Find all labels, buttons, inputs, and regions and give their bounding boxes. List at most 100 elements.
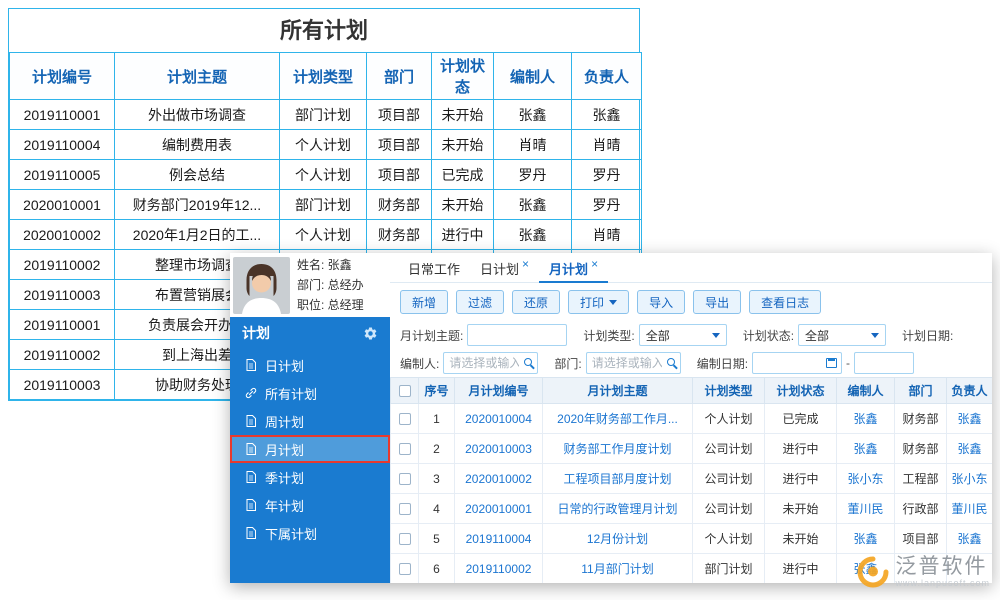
table-cell: 罗丹	[494, 160, 572, 190]
sidebar-item-1[interactable]: 所有计划	[230, 379, 390, 407]
sidebar-item-4[interactable]: 季计划	[230, 463, 390, 491]
table-cell: 编制费用表	[115, 130, 280, 160]
cell-link[interactable]: 日常的行政管理月计划	[543, 494, 693, 524]
row-checkbox[interactable]	[399, 413, 411, 425]
button-label: 打印	[580, 294, 604, 311]
button-label: 新增	[412, 294, 436, 311]
chevron-down-icon	[712, 333, 720, 338]
sidebar: 姓名: 张鑫 部门: 总经办 职位: 总经理 计划 日计划所有计划周计划月计划季…	[230, 253, 390, 583]
close-icon[interactable]: ×	[522, 259, 529, 269]
table-cell: 进行中	[765, 464, 837, 494]
cell-link[interactable]: 12月份计划	[543, 524, 693, 554]
sidebar-item-label: 月计划	[265, 440, 304, 459]
column-header: 部门	[367, 53, 432, 100]
avatar	[233, 257, 290, 314]
search-icon[interactable]	[667, 358, 675, 366]
table-cell: 公司计划	[693, 464, 765, 494]
select-all-checkbox[interactable]	[399, 385, 411, 397]
cell-link[interactable]: 2020010004	[455, 404, 543, 434]
row-checkbox[interactable]	[399, 563, 411, 575]
table-row[interactable]: 2019110001外出做市场调查部门计划项目部未开始张鑫张鑫	[10, 100, 642, 130]
cell-link[interactable]: 2019110004	[455, 524, 543, 554]
table-row[interactable]: 32020010002工程项目部月度计划公司计划进行中张小东工程部张小东	[391, 464, 993, 494]
checkbox-header-cell	[391, 378, 419, 404]
table-row[interactable]: 20200100022020年1月2日的工...个人计划财务部进行中张鑫肖晴	[10, 220, 642, 250]
toolbar-button[interactable]: 导入	[637, 290, 685, 314]
row-checkbox[interactable]	[399, 473, 411, 485]
sidebar-item-3[interactable]: 月计划	[230, 435, 390, 463]
cell-link[interactable]: 张小东	[947, 464, 993, 494]
plan-date-filter-label: 计划日期:	[902, 327, 953, 344]
cell-link[interactable]: 财务部工作月度计划	[543, 434, 693, 464]
compile-date-end-input[interactable]	[854, 352, 914, 374]
cell-link[interactable]: 2019110002	[455, 554, 543, 584]
table-row[interactable]: 2020010001财务部门2019年12...部门计划财务部未开始张鑫罗丹	[10, 190, 642, 220]
table-cell: 个人计划	[693, 404, 765, 434]
row-checkbox[interactable]	[399, 443, 411, 455]
cell-link[interactable]: 张鑫	[837, 404, 895, 434]
toolbar-button[interactable]: 新增	[400, 290, 448, 314]
table-cell: 公司计划	[693, 434, 765, 464]
dept-filter-label: 部门:	[554, 355, 581, 372]
cell-link[interactable]: 2020010003	[455, 434, 543, 464]
calendar-icon[interactable]	[826, 358, 837, 368]
table-row[interactable]: 2019110005例会总结个人计划项目部已完成罗丹罗丹	[10, 160, 642, 190]
table-cell: 进行中	[765, 554, 837, 584]
toolbar-button[interactable]: 打印	[568, 290, 629, 314]
row-checkbox[interactable]	[399, 503, 411, 515]
sidebar-item-6[interactable]: 下属计划	[230, 519, 390, 547]
toolbar-button[interactable]: 查看日志	[749, 290, 821, 314]
cell-link[interactable]: 张鑫	[947, 434, 993, 464]
cell-link[interactable]: 董川民	[947, 494, 993, 524]
status-filter-value: 全部	[805, 327, 829, 344]
cell-link[interactable]: 张鑫	[837, 434, 895, 464]
tab[interactable]: 月计划×	[539, 253, 608, 283]
gear-icon[interactable]	[363, 326, 378, 341]
sidebar-item-0[interactable]: 日计划	[230, 351, 390, 379]
table-cell: 未开始	[765, 494, 837, 524]
row-checkbox[interactable]	[399, 533, 411, 545]
sidebar-item-5[interactable]: 年计划	[230, 491, 390, 519]
cell-link[interactable]: 张鑫	[947, 404, 993, 434]
tab-label: 日计划	[480, 259, 519, 278]
cell-link[interactable]: 2020年财务部工作月...	[543, 404, 693, 434]
table-cell: 财务部	[895, 434, 947, 464]
status-filter-select[interactable]: 全部	[798, 324, 886, 346]
table-row[interactable]: 42020010001日常的行政管理月计划公司计划未开始董川民行政部董川民	[391, 494, 993, 524]
toolbar-button[interactable]: 导出	[693, 290, 741, 314]
tab[interactable]: 日计划×	[470, 253, 539, 283]
sidebar-section-plan[interactable]: 计划	[230, 317, 390, 349]
toolbar-button[interactable]: 过滤	[456, 290, 504, 314]
close-icon[interactable]: ×	[591, 259, 598, 269]
table-cell: 项目部	[895, 524, 947, 554]
tab[interactable]: 日常工作	[398, 253, 470, 283]
column-header: 计划状态	[432, 53, 494, 100]
brand-watermark: 泛普软件 www.lanpusoft.com	[857, 556, 990, 588]
search-icon[interactable]	[524, 358, 532, 366]
type-filter-value: 全部	[646, 327, 670, 344]
cell-link[interactable]: 2020010002	[455, 464, 543, 494]
cell-link[interactable]: 工程项目部月度计划	[543, 464, 693, 494]
toolbar-button[interactable]: 还原	[512, 290, 560, 314]
checkbox-cell	[391, 494, 419, 524]
column-header: 计划主题	[115, 53, 280, 100]
cell-link[interactable]: 2020010001	[455, 494, 543, 524]
button-label: 还原	[524, 294, 548, 311]
table-row[interactable]: 120200100042020年财务部工作月...个人计划已完成张鑫财务部张鑫	[391, 404, 993, 434]
table-row[interactable]: 5201911000412月份计划个人计划未开始张鑫项目部张鑫	[391, 524, 993, 554]
cell-link[interactable]: 11月部门计划	[543, 554, 693, 584]
checkbox-cell	[391, 404, 419, 434]
sidebar-item-2[interactable]: 周计划	[230, 407, 390, 435]
type-filter-select[interactable]: 全部	[639, 324, 727, 346]
cell-link[interactable]: 董川民	[837, 494, 895, 524]
sidebar-menu: 日计划所有计划周计划月计划季计划年计划下属计划	[230, 349, 390, 547]
column-header: 月计划主题	[543, 378, 693, 404]
subject-filter-input[interactable]	[467, 324, 567, 346]
cell-link[interactable]: 张小东	[837, 464, 895, 494]
cell-link[interactable]: 张鑫	[947, 524, 993, 554]
cell-link[interactable]: 张鑫	[837, 524, 895, 554]
table-row[interactable]: 22020010003财务部工作月度计划公司计划进行中张鑫财务部张鑫	[391, 434, 993, 464]
table-row[interactable]: 2019110004编制费用表个人计划项目部未开始肖晴肖晴	[10, 130, 642, 160]
button-label: 导入	[649, 294, 673, 311]
table-cell: 2	[419, 434, 455, 464]
